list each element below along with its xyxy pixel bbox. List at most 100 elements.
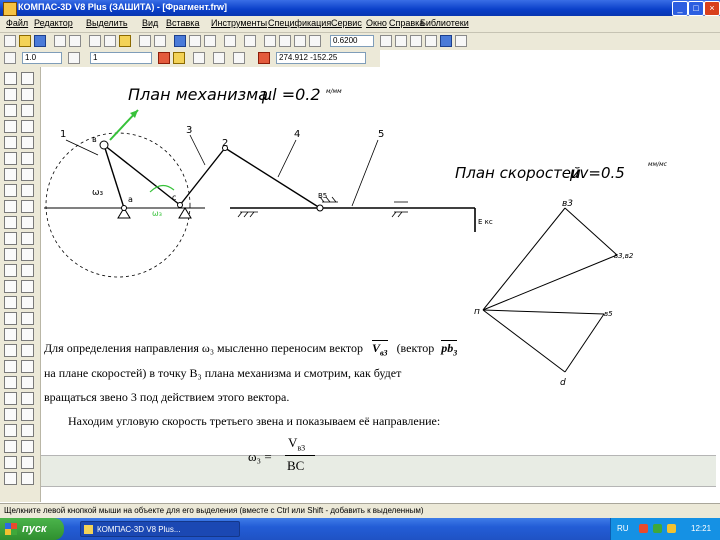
volume-icon[interactable] [667,524,676,533]
cut-icon[interactable] [89,35,101,47]
stop-icon[interactable] [4,456,17,469]
select-icon[interactable] [21,312,34,325]
constraint-icon[interactable] [21,296,34,309]
base-icon[interactable] [21,232,34,245]
layer-icon[interactable] [4,52,16,64]
properties-icon[interactable] [455,35,467,47]
menu-file[interactable]: Файл [6,18,28,28]
network-icon[interactable] [653,524,662,533]
ok-icon[interactable] [21,456,34,469]
measure-icon[interactable] [4,312,17,325]
distance-icon[interactable] [4,328,17,341]
rectangle-icon[interactable] [4,152,17,165]
grid-icon[interactable] [410,35,422,47]
undo-icon[interactable] [139,35,151,47]
point-icon[interactable] [4,88,17,101]
refresh-icon[interactable] [395,35,407,47]
redo-icon[interactable] [154,35,166,47]
menu-service[interactable]: Сервис [331,18,362,28]
zoom-window-icon[interactable] [279,35,291,47]
copy-icon[interactable] [104,35,116,47]
dimensions-icon[interactable] [21,72,34,85]
grid-toggle-icon[interactable] [233,52,245,64]
menu-spec[interactable]: Спецификация [268,18,331,28]
menu-libraries[interactable]: Библиотеки [420,18,469,28]
save-icon[interactable] [34,35,46,47]
trim-icon[interactable] [21,184,34,197]
library-icon[interactable] [224,35,236,47]
open-icon[interactable] [19,35,31,47]
text-icon[interactable] [21,200,34,213]
layer-dropdown-icon[interactable] [68,52,80,64]
layer-manager-icon[interactable] [21,376,34,389]
raster-icon[interactable] [21,408,34,421]
deform-icon[interactable] [21,280,34,293]
round-icon[interactable] [193,52,205,64]
circle-icon[interactable] [21,104,34,117]
roughness-icon[interactable] [4,232,17,245]
menu-edit[interactable]: Редактор [34,18,73,28]
zoom-all-icon[interactable] [309,35,321,47]
paste-icon[interactable] [119,35,131,47]
view-manager-icon[interactable] [4,376,17,389]
macro-icon[interactable] [21,392,34,405]
area-icon[interactable] [4,344,17,357]
leader-icon[interactable] [21,216,34,229]
move-icon[interactable] [4,248,17,261]
close-button[interactable]: × [704,1,720,16]
menu-insert[interactable]: Вставка [166,18,199,28]
minimize-button[interactable]: _ [672,1,688,16]
new-icon[interactable] [4,35,16,47]
manager-icon[interactable] [174,35,186,47]
fillet-icon[interactable] [4,184,17,197]
ortho-icon[interactable] [425,35,437,47]
offset-icon[interactable] [4,200,17,213]
insert-fragment-icon[interactable] [4,408,17,421]
local-cs-icon[interactable] [213,52,225,64]
polygon-icon[interactable] [21,152,34,165]
polyline-icon[interactable] [4,136,17,149]
view-icon[interactable] [440,35,452,47]
print-icon[interactable] [54,35,66,47]
menu-select[interactable]: Выделить [86,18,128,28]
aux-line-icon[interactable] [21,88,34,101]
attribute-icon[interactable] [4,392,17,405]
menu-tools[interactable]: Инструменты [211,18,267,28]
rotate-icon[interactable] [21,248,34,261]
tray-app-icon[interactable] [639,524,648,533]
hyperlink-icon[interactable] [21,424,34,437]
object-props-icon[interactable] [4,472,17,485]
ellipse-icon[interactable] [21,120,34,133]
arc-icon[interactable] [4,120,17,133]
segment-icon[interactable] [4,104,17,117]
snap-icon[interactable] [158,52,170,64]
menu-window[interactable]: Окно [366,18,387,28]
help-icon[interactable] [244,35,256,47]
zoom-field[interactable]: 0.6200 [330,35,374,47]
preview-icon[interactable] [69,35,81,47]
copy-tool-icon[interactable] [4,280,17,293]
zoom-in-icon[interactable] [264,35,276,47]
tree-icon[interactable] [189,35,201,47]
taskbar-item-kompas[interactable]: КОМПАС-3D V8 Plus... [80,521,240,537]
hatch-icon[interactable] [4,168,17,181]
ole-icon[interactable] [4,424,17,437]
edit-icon[interactable] [4,440,17,453]
menu-view[interactable]: Вид [142,18,158,28]
language-indicator[interactable]: RU [617,524,629,533]
start-button[interactable]: пуск [0,518,64,540]
maximize-button[interactable]: □ [688,1,704,16]
variables-icon[interactable] [204,35,216,47]
mcc-icon[interactable] [21,344,34,357]
group-icon[interactable] [21,440,34,453]
geometry-icon[interactable] [4,72,17,85]
layer-field[interactable]: 1.0 [22,52,62,64]
style-field[interactable]: 1 [90,52,152,64]
cursor-icon[interactable] [258,52,270,64]
scale-icon[interactable] [4,264,17,277]
spline-icon[interactable] [21,136,34,149]
chamfer-icon[interactable] [21,168,34,181]
table-icon[interactable] [4,216,17,229]
spec-icon[interactable] [4,360,17,373]
pan-icon[interactable] [380,35,392,47]
